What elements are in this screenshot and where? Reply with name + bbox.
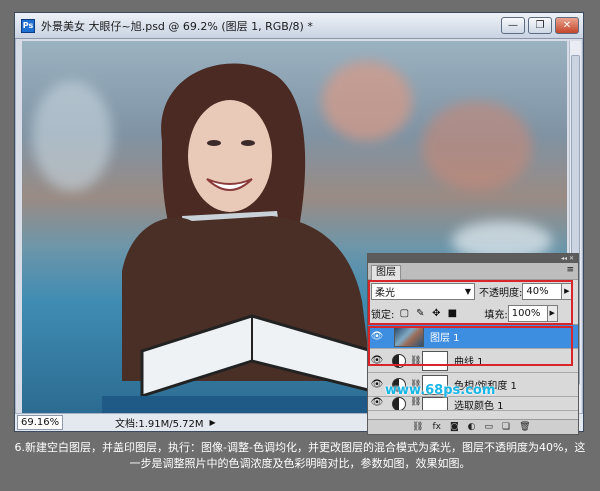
eye-icon[interactable]: 👁 — [368, 355, 386, 366]
zoom-field[interactable]: 69.16% — [17, 415, 63, 430]
layer-name: 图层 1 — [430, 333, 460, 344]
trash-icon[interactable]: 🗑 — [519, 422, 530, 432]
bokeh-light — [32, 81, 112, 191]
layer-name: 选取颜色 1 — [454, 401, 504, 411]
adjustment-layer-icon — [392, 353, 406, 368]
status-menu-arrow-icon[interactable]: ▶ — [210, 418, 216, 427]
lock-label: 锁定: — [371, 309, 395, 321]
minimize-button[interactable]: — — [501, 17, 525, 34]
lock-row: 锁定: ▢ ✎ ✥ ■ 填充: 100% ▶ — [368, 302, 578, 324]
fill-slider-arrow-icon[interactable]: ▶ — [547, 304, 558, 322]
adjustment-icon[interactable]: ◐ — [468, 422, 476, 432]
mask-icon[interactable]: ◙ — [450, 422, 459, 432]
lock-icons: ▢ ✎ ✥ ■ — [398, 307, 458, 319]
layers-panel: ◂◂ ✕ 图层 ≡ 柔光 ▼ 不透明度: 40% ▶ 锁定: ▢ ✎ ✥ ■ 填… — [367, 253, 579, 435]
close-button[interactable]: ✕ — [555, 17, 579, 34]
eye-icon[interactable]: 👁 — [368, 379, 386, 390]
panel-menu-icon[interactable]: ≡ — [566, 265, 574, 275]
caption-text: 6.新建空白图层，并盖印图层，执行：图像-调整-色调均化，并更改图层的混合模式为… — [14, 441, 586, 470]
title-bar[interactable]: Ps 外景美女 大眼仔~旭.psd @ 69.2% (图层 1, RGB/8) … — [15, 13, 583, 39]
group-icon[interactable]: ▭ — [485, 422, 494, 432]
document-info: 文档:1.91M/5.72M — [115, 419, 204, 430]
opacity-label: 不透明度: — [479, 287, 523, 299]
eye-icon[interactable]: 👁 — [368, 397, 386, 408]
window-controls: — ❐ ✕ — [501, 17, 579, 34]
chevron-down-icon: ▼ — [464, 286, 471, 296]
panel-tab-row: 图层 ≡ — [368, 263, 578, 280]
layer-row[interactable]: 👁 ⛓ 曲线 1 — [368, 349, 578, 373]
lock-brush-icon[interactable]: ✎ — [414, 307, 426, 319]
opacity-field[interactable]: 40% — [522, 282, 563, 300]
lock-move-icon[interactable]: ✥ — [430, 307, 442, 319]
panel-bottom-toolbar: ⛓ fx ◙ ◐ ▭ ❏ 🗑 — [368, 419, 578, 434]
layer-mask-thumbnail — [422, 350, 448, 371]
lock-all-icon[interactable]: ■ — [446, 307, 458, 319]
fill-label: 填充: — [484, 309, 508, 321]
eye-icon[interactable]: 👁 — [368, 331, 386, 342]
lock-transparent-icon[interactable]: ▢ — [398, 307, 410, 319]
restore-button[interactable]: ❐ — [528, 17, 552, 34]
chain-link-icon[interactable]: ⛓ — [410, 397, 421, 407]
new-layer-icon[interactable]: ❏ — [502, 422, 510, 432]
link-icon[interactable]: ⛓ — [412, 422, 423, 432]
opacity-slider-arrow-icon[interactable]: ▶ — [562, 282, 573, 300]
blend-mode-value: 柔光 — [375, 287, 395, 299]
blend-mode-select[interactable]: 柔光 ▼ — [371, 282, 475, 300]
document-title: 外景美女 大眼仔~旭.psd @ 69.2% (图层 1, RGB/8) * — [41, 19, 313, 33]
fx-icon[interactable]: fx — [432, 422, 441, 432]
adjustment-layer-icon — [392, 397, 406, 410]
layer-thumbnail — [394, 326, 424, 347]
photo-girl — [102, 63, 402, 414]
chain-link-icon[interactable]: ⛓ — [410, 356, 421, 366]
watermark: www.68ps.com — [385, 383, 496, 398]
panel-collapse-bar[interactable]: ◂◂ ✕ — [368, 254, 578, 263]
layer-row[interactable]: 👁 图层 1 — [368, 325, 578, 349]
tab-layers[interactable]: 图层 — [371, 265, 401, 280]
layer-name: 曲线 1 — [454, 357, 484, 368]
fill-field[interactable]: 100% — [507, 304, 548, 322]
layer-mask-thumbnail — [422, 397, 448, 410]
photoshop-icon: Ps — [21, 18, 35, 33]
blend-row: 柔光 ▼ 不透明度: 40% ▶ — [368, 280, 578, 302]
layer-row[interactable]: 👁 ⛓ 选取颜色 1 — [368, 397, 578, 411]
bokeh-light — [422, 101, 532, 191]
